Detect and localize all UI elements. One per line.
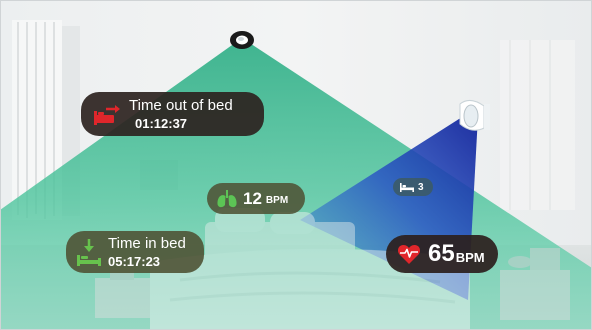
bed-icon (399, 180, 415, 194)
heart-rate-card: 65 BPM (386, 235, 498, 273)
bed-exit-icon (89, 95, 127, 133)
bed-occupancy-value: 3 (418, 181, 424, 193)
bed-occupancy-badge: 3 (393, 178, 433, 196)
time-out-of-bed-label: Time out of bed (129, 97, 233, 114)
heart-pulse-icon (396, 241, 422, 267)
time-in-bed-value: 05:17:23 (108, 254, 161, 269)
time-in-bed-label: Time in bed (108, 235, 186, 252)
ceiling-sensor-icon (230, 31, 254, 49)
respiration-rate-unit: BPM (265, 195, 289, 206)
wall-sensor-icon (459, 100, 490, 131)
time-in-bed-card: Time in bed 05:17:23 (66, 231, 204, 273)
sleep-monitor-scene: Time out of bed 01:12:37 12 BPM 3 Time i… (0, 0, 592, 330)
time-out-of-bed-card: Time out of bed 01:12:37 (81, 92, 264, 136)
time-out-of-bed-value: 01:12:37 (135, 116, 188, 131)
respiration-rate-value: 12 (243, 188, 262, 208)
lungs-icon (215, 187, 239, 211)
heart-rate-unit: BPM (455, 249, 485, 265)
bed-enter-icon (72, 234, 106, 270)
respiration-rate-card: 12 BPM (207, 183, 305, 214)
heart-rate-value: 65 (428, 240, 455, 267)
bedroom-background (0, 0, 592, 330)
